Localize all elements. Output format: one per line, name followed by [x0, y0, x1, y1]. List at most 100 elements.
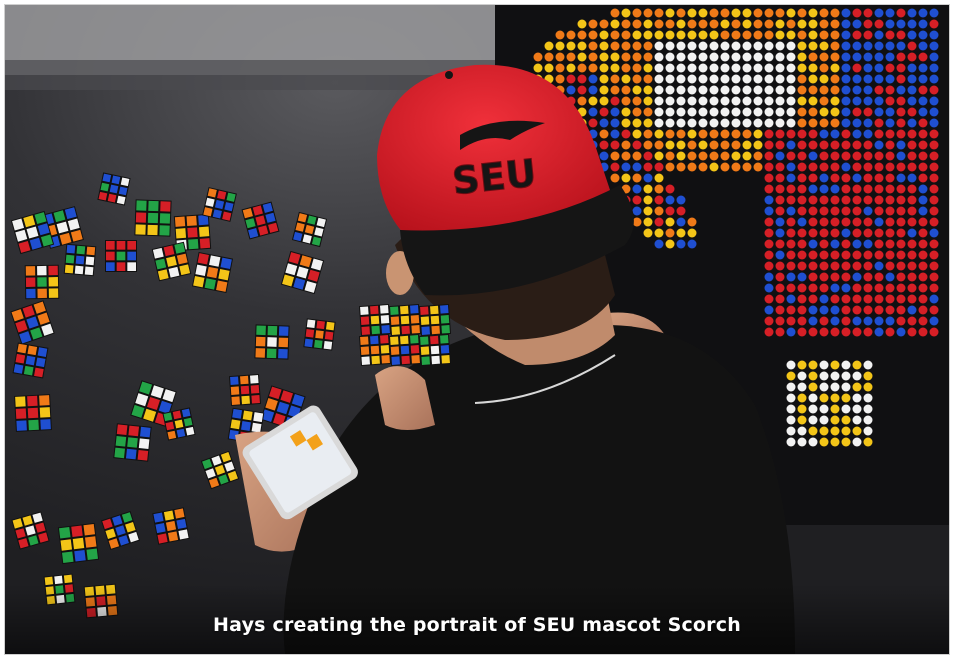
mosaic-dot: [764, 217, 774, 227]
mosaic-dot: [907, 195, 917, 205]
mosaic-dot: [632, 74, 642, 84]
mosaic-dot: [863, 272, 873, 282]
mosaic-dot: [687, 118, 697, 128]
mosaic-dot: [896, 52, 906, 62]
mosaic-dot: [676, 8, 686, 18]
mosaic-dot: [742, 30, 752, 40]
mosaic-dot: [775, 52, 785, 62]
mosaic-dot: [665, 217, 675, 227]
mosaic-dot: [797, 404, 807, 414]
mosaic-dot: [841, 107, 851, 117]
mosaic-dot: [665, 140, 675, 150]
mosaic-dot: [874, 195, 884, 205]
mosaic-dot: [654, 173, 664, 183]
mosaic-dot: [852, 173, 862, 183]
mosaic-dot: [786, 404, 796, 414]
mosaic-dot: [709, 74, 719, 84]
mosaic-dot: [896, 206, 906, 216]
mosaic-dot: [643, 96, 653, 106]
mosaic-dot: [808, 63, 818, 73]
mosaic-dot: [874, 129, 884, 139]
rubiks-cube: [57, 522, 100, 565]
mosaic-dot: [786, 162, 796, 172]
mosaic-dot: [786, 272, 796, 282]
mosaic-dot: [863, 118, 873, 128]
mosaic-dot: [885, 272, 895, 282]
mosaic-dot: [676, 96, 686, 106]
mosaic-dot: [918, 173, 928, 183]
mosaic-dot: [885, 129, 895, 139]
mosaic-dot: [896, 129, 906, 139]
mosaic-dot: [907, 316, 917, 326]
mosaic-dot: [731, 85, 741, 95]
mosaic-dot: [720, 162, 730, 172]
mosaic-dot: [599, 63, 609, 73]
mosaic-dot: [863, 129, 873, 139]
mosaic-dot: [665, 162, 675, 172]
mosaic-dot: [775, 41, 785, 51]
mosaic-dot: [797, 151, 807, 161]
rubiks-cube: [228, 373, 262, 407]
mosaic-dot: [797, 107, 807, 117]
mosaic-dot: [687, 96, 697, 106]
mosaic-dot: [643, 162, 653, 172]
cap-logo-text: SEU: [450, 151, 538, 204]
mosaic-dot: [830, 173, 840, 183]
mosaic-dot: [907, 52, 917, 62]
mosaic-dot: [852, 272, 862, 282]
mosaic-dot: [610, 96, 620, 106]
mosaic-dot: [643, 151, 653, 161]
mosaic-dot: [610, 85, 620, 95]
mosaic-dot: [599, 41, 609, 51]
mosaic-dot: [907, 129, 917, 139]
mosaic-dot: [731, 41, 741, 51]
mosaic-dot: [808, 371, 818, 381]
mosaic-dot: [907, 140, 917, 150]
mosaic-dot: [599, 118, 609, 128]
mosaic-dot: [676, 162, 686, 172]
mosaic-dot: [797, 360, 807, 370]
mosaic-dot: [797, 129, 807, 139]
mosaic-dot: [819, 173, 829, 183]
photo: SEU: [5, 5, 949, 654]
mosaic-dot: [874, 74, 884, 84]
mosaic-dot: [797, 283, 807, 293]
mosaic-dot: [577, 41, 587, 51]
mosaic-dot: [808, 283, 818, 293]
mosaic-dot: [874, 305, 884, 315]
mosaic-dot: [929, 239, 939, 249]
mosaic-dot: [907, 85, 917, 95]
mosaic-dot: [676, 140, 686, 150]
mosaic-dot: [764, 206, 774, 216]
mosaic-dot: [929, 85, 939, 95]
mosaic-dot: [764, 195, 774, 205]
mosaic-dot: [830, 316, 840, 326]
photo-frame: SEU Hays creating the portrait of SEU ma…: [4, 4, 950, 655]
rubiks-cube: [418, 333, 452, 367]
mosaic-dot: [808, 316, 818, 326]
mosaic-dot: [665, 30, 675, 40]
mosaic-dot: [698, 162, 708, 172]
mosaic-dot: [863, 162, 873, 172]
mosaic-dot: [808, 118, 818, 128]
hand-cubes: [358, 303, 452, 367]
mosaic-dot: [676, 107, 686, 117]
mosaic-dot: [841, 162, 851, 172]
mosaic-dot: [918, 305, 928, 315]
mosaic-dot: [907, 305, 917, 315]
mosaic-dot: [764, 63, 774, 73]
mosaic-dot: [566, 30, 576, 40]
mosaic-dot: [654, 118, 664, 128]
mosaic-dot: [863, 426, 873, 436]
mosaic-dot: [819, 371, 829, 381]
mosaic-dot: [929, 294, 939, 304]
mosaic-dot: [885, 316, 895, 326]
photo-caption: Hays creating the portrait of SEU mascot…: [213, 614, 741, 636]
mosaic-dot: [786, 74, 796, 84]
mosaic-dot: [863, 30, 873, 40]
mosaic-dot: [533, 63, 543, 73]
mosaic-dot: [830, 151, 840, 161]
rubiks-cube: [418, 303, 452, 337]
mosaic-dot: [599, 96, 609, 106]
mosaic-dot: [929, 261, 939, 271]
